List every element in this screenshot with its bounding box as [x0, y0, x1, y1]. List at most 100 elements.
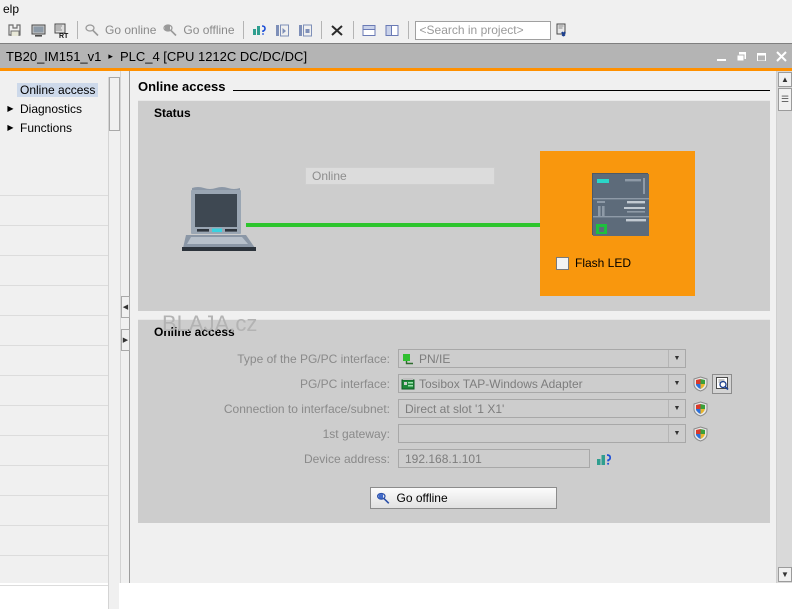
close-all-icon[interactable] — [326, 19, 349, 42]
go-online-button[interactable]: Go online — [82, 19, 160, 42]
status-graphic: Online Flash LED — [138, 123, 770, 311]
navigation-pane: Online access ▶ Diagnostics ▶ Functions — [0, 71, 121, 609]
field-label: Device address: — [303, 451, 390, 466]
go-offline-icon — [376, 492, 389, 504]
accessible-devices-button[interactable] — [594, 449, 614, 469]
chevron-down-icon[interactable]: ▼ — [668, 375, 685, 392]
compile-icon[interactable] — [27, 19, 50, 42]
field-row-connection-subnet: Connection to interface/subnet: Direct a… — [138, 398, 770, 419]
first-gateway-combo[interactable]: ▼ — [398, 424, 686, 443]
toolbar-separator-5 — [407, 21, 409, 39]
chevron-down-icon[interactable]: ▼ — [668, 350, 685, 367]
toolbar-separator-2 — [242, 21, 244, 39]
sidebar-item-label: Online access — [17, 82, 99, 97]
interface-type-value: PN/IE — [419, 351, 451, 366]
go-online-label: Go online — [105, 23, 157, 37]
chevron-down-icon[interactable]: ▼ — [668, 400, 685, 417]
browse-interface-button[interactable] — [712, 373, 732, 394]
split-horizontal-icon[interactable] — [358, 19, 381, 42]
field-label: Connection to interface/subnet: — [223, 401, 390, 416]
online-state-field: Online — [305, 167, 495, 185]
device-address-input[interactable]: 192.168.1.101 — [398, 449, 590, 468]
go-offline-action-label: Go offline — [396, 491, 448, 505]
toolbar-separator-3 — [320, 21, 322, 39]
flash-led-checkbox[interactable] — [556, 256, 569, 270]
field-row-pgpc-interface: PG/PC interface: Tosibox TAP-Windows Ada… — [138, 373, 770, 394]
split-vertical-icon[interactable] — [381, 19, 404, 42]
toolbar-separator — [77, 21, 78, 39]
breadcrumb-device[interactable]: PLC_4 [CPU 1212C DC/DC/DC] — [120, 49, 307, 64]
breadcrumb-project[interactable]: TB20_IM151_v1 — [6, 49, 101, 64]
title-rule — [233, 89, 770, 91]
chevron-right-icon[interactable]: ▶ — [4, 104, 17, 113]
splitter-collapse-right-button[interactable]: ▶ — [121, 329, 130, 351]
go-offline-label: Go offline — [183, 23, 235, 37]
tia-portal-window: elp RT Go online Go offline <Search in p… — [0, 0, 792, 609]
device-address-value: 192.168.1.101 — [405, 451, 482, 466]
go-offline-button[interactable]: Go offline — [160, 19, 238, 42]
diagnostics-icon[interactable] — [248, 19, 271, 42]
field-row-first-gateway: 1st gateway: ▼ — [138, 423, 770, 444]
field-row-device-address: Device address: 192.168.1.101 — [138, 448, 770, 469]
uac-shield-icon — [693, 375, 708, 392]
pgpc-interface-combo[interactable]: Tosibox TAP-Windows Adapter ▼ — [398, 374, 686, 393]
field-label: 1st gateway: — [322, 426, 390, 441]
nav-empty-rows — [0, 166, 109, 586]
scroll-down-button[interactable]: ▼ — [778, 567, 792, 582]
float-button[interactable] — [735, 50, 748, 63]
breadcrumb-separator-icon: ▸ — [108, 50, 113, 61]
connection-subnet-value: Direct at slot '1 X1' — [405, 401, 505, 416]
field-row-interface-type: Type of the PG/PC interface: PN/IE ▼ — [138, 348, 770, 369]
interface-type-combo[interactable]: PN/IE ▼ — [398, 349, 686, 368]
scrollbar-thumb[interactable]: ☰ — [778, 88, 792, 111]
close-button[interactable] — [775, 50, 788, 63]
go-online-icon — [85, 23, 99, 36]
editor-title-bar: TB20_IM151_v1 ▸ PLC_4 [CPU 1212C DC/DC/D… — [0, 44, 792, 68]
pgpc-interface-value: Tosibox TAP-Windows Adapter — [419, 376, 583, 391]
sidebar-item-online-access[interactable]: Online access — [0, 80, 120, 99]
chevron-down-icon[interactable]: ▼ — [668, 425, 685, 442]
content-scrollbar[interactable]: ▲ ☰ ▼ — [776, 71, 792, 583]
online-state-value: Online — [312, 169, 347, 183]
save-project-icon[interactable] — [4, 19, 27, 42]
scroll-up-button[interactable]: ▲ — [778, 72, 792, 87]
pg-pc-laptop-icon — [182, 186, 264, 257]
online-access-group-title: Online access — [154, 325, 235, 339]
editor-body: Online access ▶ Diagnostics ▶ Functions — [0, 71, 792, 609]
minimize-button[interactable] — [715, 50, 728, 63]
flash-led-label: Flash LED — [575, 256, 632, 270]
start-simulation-icon[interactable] — [271, 19, 294, 42]
find-in-project-icon[interactable] — [551, 19, 574, 42]
online-access-group: Online access Type of the PG/PC interfac… — [138, 319, 770, 523]
sidebar-item-label: Functions — [20, 120, 73, 135]
go-offline-icon — [163, 23, 177, 36]
page-title: Online access — [138, 79, 226, 94]
search-input[interactable]: <Search in project> — [414, 20, 551, 40]
sidebar-item-diagnostics[interactable]: ▶ Diagnostics — [0, 99, 120, 118]
download-rt-icon[interactable]: RT — [50, 19, 73, 42]
navigation-scrollbar[interactable] — [108, 77, 120, 609]
connection-subnet-combo[interactable]: Direct at slot '1 X1' ▼ — [398, 399, 686, 418]
splitter-collapse-left-button[interactable]: ◀ — [121, 296, 130, 318]
toolbar-separator-4 — [352, 21, 354, 39]
status-group: Status Online Flash LED — [138, 100, 770, 311]
stop-simulation-icon[interactable] — [294, 19, 317, 42]
window-controls — [715, 44, 788, 68]
sidebar-item-label: Diagnostics — [20, 101, 83, 116]
menu-bar: elp — [0, 0, 792, 17]
content-pane: Online access Status Online Flash LED On… — [130, 71, 776, 583]
connection-line — [246, 223, 542, 227]
uac-shield-icon — [693, 425, 708, 442]
chevron-right-icon[interactable]: ▶ — [4, 123, 17, 132]
maximize-button[interactable] — [755, 50, 768, 63]
menu-item-help[interactable]: elp — [0, 1, 22, 17]
pane-splitter[interactable]: ◀ ▶ — [121, 71, 130, 583]
plc-device-icon — [592, 173, 649, 236]
go-offline-action-button[interactable]: Go offline — [369, 487, 557, 509]
flash-led-checkbox-row[interactable]: Flash LED — [556, 256, 631, 270]
scrollbar-thumb[interactable] — [109, 77, 120, 131]
field-label: Type of the PG/PC interface: — [237, 351, 390, 366]
pnie-icon — [399, 352, 417, 366]
sidebar-item-functions[interactable]: ▶ Functions — [0, 118, 120, 137]
field-label: PG/PC interface: — [299, 376, 390, 391]
